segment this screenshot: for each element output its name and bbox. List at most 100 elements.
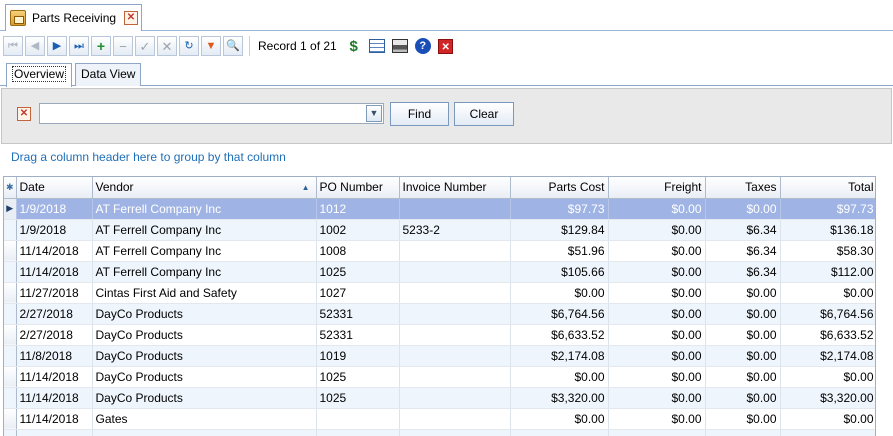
cell-total[interactable]: $97.73 <box>780 198 875 220</box>
cell-po[interactable]: 52331 <box>316 303 400 325</box>
cell-date[interactable] <box>16 429 93 436</box>
cell-po[interactable]: 52331 <box>316 324 400 346</box>
cell-invoice[interactable] <box>399 429 511 436</box>
row-indicator[interactable] <box>4 366 17 388</box>
cell-taxes[interactable]: $6.34 <box>705 219 781 241</box>
row-indicator[interactable] <box>4 429 17 436</box>
cell-taxes[interactable]: $6.34 <box>705 240 781 262</box>
print-icon[interactable] <box>391 37 409 55</box>
cell-freight[interactable]: $0.00 <box>608 324 706 346</box>
table-row[interactable]: 2/27/2018 DayCo Products 52331 $6,633.52 $0.… <box>4 324 875 346</box>
cell-freight[interactable]: $0.00 <box>608 261 706 283</box>
cell-freight[interactable]: $0.00 <box>608 198 706 220</box>
cell-total[interactable]: $2,174.08 <box>780 345 875 367</box>
dollar-icon[interactable]: $ <box>345 37 363 55</box>
cell-total[interactable]: $0.00 <box>780 408 875 430</box>
cell-po[interactable]: 1025 <box>316 366 400 388</box>
cell-freight[interactable]: $0.00 <box>608 219 706 241</box>
cell-invoice[interactable] <box>399 366 511 388</box>
cell-taxes[interactable]: $0.00 <box>705 324 781 346</box>
cell-total[interactable]: $3,320.00 <box>780 387 875 409</box>
cell-po[interactable] <box>316 408 400 430</box>
cell-total[interactable]: $58.30 <box>780 240 875 262</box>
cell-date[interactable]: 11/8/2018 <box>16 345 93 367</box>
cell-vendor[interactable]: DayCo Products <box>92 387 317 409</box>
close-window-icon[interactable]: ✕ <box>437 37 455 55</box>
column-header-total[interactable]: Total <box>780 177 875 199</box>
table-row[interactable]: 2/27/2018 DayCo Products 52331 $6,764.56 $0.… <box>4 303 875 325</box>
cell-parts[interactable]: $51.96 <box>510 240 609 262</box>
cell-total[interactable]: $0.00 <box>780 282 875 304</box>
cell-vendor[interactable] <box>92 429 317 436</box>
new-row-icon[interactable]: ✱ <box>4 177 17 199</box>
cell-invoice[interactable] <box>399 345 511 367</box>
table-row[interactable]: 11/8/2018 DayCo Products 1019 $2,174.08 $0.0… <box>4 345 875 367</box>
cell-invoice[interactable]: 5233-2 <box>399 219 511 241</box>
cell-po[interactable]: 1008 <box>316 240 400 262</box>
column-header-vendor[interactable]: Vendor ▲ <box>92 177 317 199</box>
search-combo[interactable]: ▼ <box>39 103 384 124</box>
cell-date[interactable]: 11/14/2018 <box>16 408 93 430</box>
cell-total[interactable]: $0.00 <box>780 366 875 388</box>
row-indicator[interactable] <box>4 303 17 325</box>
column-header-freight[interactable]: Freight <box>608 177 706 199</box>
cell-vendor[interactable]: AT Ferrell Company Inc <box>92 240 317 262</box>
cell-date[interactable]: 11/27/2018 <box>16 282 93 304</box>
cell-total[interactable]: $6,633.52 <box>780 324 875 346</box>
cell-parts[interactable]: $3,320.00 <box>510 387 609 409</box>
cell-date[interactable]: 11/14/2018 <box>16 366 93 388</box>
tab-overview[interactable]: Overview <box>6 63 73 87</box>
cell-taxes[interactable]: $0.00 <box>705 345 781 367</box>
table-row[interactable]: 11/14/2018 DayCo Products 1025 $3,320.00 $0.… <box>4 387 875 409</box>
cell-total[interactable]: $6,764.56 <box>780 303 875 325</box>
cell-taxes[interactable]: $0.00 <box>705 282 781 304</box>
cell-date[interactable]: 2/27/2018 <box>16 303 93 325</box>
cell-taxes[interactable]: $0.00 <box>705 408 781 430</box>
cell-vendor[interactable]: DayCo Products <box>92 366 317 388</box>
help-icon[interactable]: ? <box>414 37 432 55</box>
tab-data-view[interactable]: Data View <box>75 63 142 86</box>
cell-po[interactable]: 1012 <box>316 198 400 220</box>
cell-taxes[interactable]: $0.00 <box>705 198 781 220</box>
cell-freight[interactable]: $0.00 <box>608 345 706 367</box>
cell-date[interactable]: 2/27/2018 <box>16 324 93 346</box>
save-record-button[interactable]: ✓ <box>135 36 155 56</box>
cell-freight[interactable]: $0.00 <box>608 303 706 325</box>
cell-date[interactable]: 11/14/2018 <box>16 261 93 283</box>
cell-vendor[interactable]: Cintas First Aid and Safety <box>92 282 317 304</box>
cell-vendor[interactable]: DayCo Products <box>92 324 317 346</box>
delete-record-button[interactable]: − <box>113 36 133 56</box>
cell-total[interactable]: $112.00 <box>780 261 875 283</box>
find-button[interactable]: Find <box>390 102 449 126</box>
column-header-po-number[interactable]: PO Number <box>316 177 400 199</box>
row-indicator[interactable] <box>4 240 17 262</box>
row-indicator[interactable] <box>4 219 17 241</box>
cell-parts[interactable]: $105.66 <box>510 261 609 283</box>
cell-taxes[interactable]: $0.00 <box>705 387 781 409</box>
refresh-button[interactable]: ↻ <box>179 36 199 56</box>
cell-po[interactable]: 1019 <box>316 345 400 367</box>
row-indicator[interactable] <box>4 345 17 367</box>
clear-button[interactable]: Clear <box>454 102 514 126</box>
document-tab-parts-receiving[interactable]: Parts Receiving ✕ <box>5 4 142 31</box>
column-header-parts-cost[interactable]: Parts Cost <box>510 177 609 199</box>
cell-taxes[interactable]: $6.34 <box>705 261 781 283</box>
cell-vendor[interactable]: AT Ferrell Company Inc <box>92 198 317 220</box>
cell-parts[interactable] <box>510 429 609 436</box>
cell-parts[interactable]: $2,174.08 <box>510 345 609 367</box>
cell-invoice[interactable] <box>399 324 511 346</box>
chevron-down-icon[interactable]: ▼ <box>366 105 382 122</box>
cell-total[interactable]: $136.18 <box>780 219 875 241</box>
cell-date[interactable]: 11/14/2018 <box>16 387 93 409</box>
cell-freight[interactable]: $0.00 <box>608 282 706 304</box>
column-header-date[interactable]: Date <box>16 177 93 199</box>
cell-po[interactable]: 1027 <box>316 282 400 304</box>
cell-parts[interactable]: $129.84 <box>510 219 609 241</box>
cell-invoice[interactable] <box>399 303 511 325</box>
cell-taxes[interactable]: $0.00 <box>705 303 781 325</box>
cell-date[interactable]: 11/14/2018 <box>16 240 93 262</box>
previous-record-button[interactable]: ◀ <box>25 36 45 56</box>
row-indicator[interactable]: ▶ <box>4 198 17 220</box>
cell-vendor[interactable]: DayCo Products <box>92 303 317 325</box>
table-row[interactable]: 11/14/2018 AT Ferrell Company Inc 1008 $51.… <box>4 240 875 262</box>
